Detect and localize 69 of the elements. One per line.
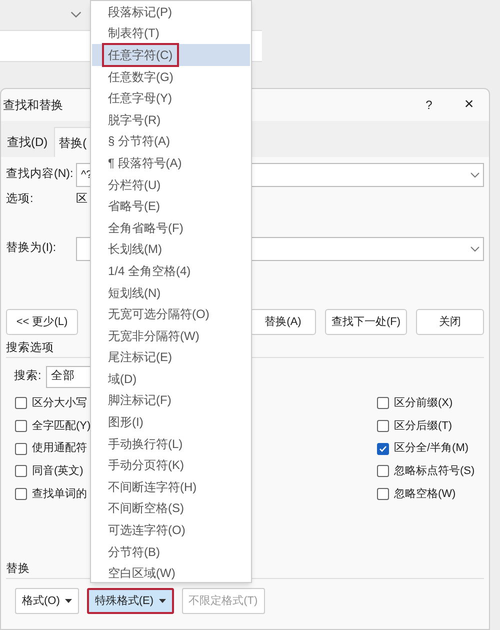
- chevron-down-icon: [470, 246, 480, 252]
- checkbox-label: 区分大小写: [32, 396, 87, 412]
- options-value: 区: [76, 192, 88, 208]
- checkbox[interactable]: [377, 488, 389, 500]
- menu-item[interactable]: 手动分页符(K): [92, 454, 250, 476]
- tab[interactable]: 查找(D): [3, 127, 52, 157]
- menu-item[interactable]: 手动换行符(L): [92, 432, 250, 454]
- menu-item[interactable]: 脱字号(R): [92, 108, 250, 131]
- checkbox[interactable]: [15, 397, 27, 410]
- checkbox-label: 忽略空格(W): [394, 486, 456, 502]
- menu-item[interactable]: 1/4 全角空格(4): [92, 260, 250, 282]
- chevron-down-icon: [470, 172, 480, 178]
- menu-item[interactable]: 脚注标记(F): [92, 390, 250, 412]
- section-title: 替换: [6, 562, 30, 578]
- menu-item[interactable]: 无宽非分隔符(W): [92, 324, 250, 346]
- field-label: 选项:: [6, 192, 34, 208]
- menu-item[interactable]: 任意数字(G): [92, 66, 250, 88]
- caret-icon: [158, 599, 166, 604]
- checkbox-label: 使用通配符: [32, 440, 87, 456]
- format-button[interactable]: 特殊格式(E): [86, 588, 174, 614]
- menu-item[interactable]: 尾注标记(E): [92, 346, 250, 368]
- help-button[interactable]: ?: [419, 96, 439, 114]
- menu-item[interactable]: 可选连字符(O): [92, 519, 250, 541]
- menu-item[interactable]: 不间断空格(S): [92, 498, 250, 520]
- chevron-down-icon: [70, 10, 82, 18]
- menu-item[interactable]: 全角省略号(F): [92, 216, 250, 239]
- checkbox-label: 区分全/半角(M): [394, 441, 469, 456]
- checkbox[interactable]: [377, 397, 389, 410]
- menu-item[interactable]: 图形(I): [92, 411, 250, 433]
- menu-item[interactable]: 空白区域(W): [92, 562, 250, 584]
- menu-item[interactable]: 不间断连字符(H): [92, 476, 250, 498]
- menu-item[interactable]: 长划线(M): [92, 238, 250, 260]
- close-button[interactable]: ×: [459, 93, 479, 117]
- checkbox-label: 区分后缀(T): [394, 418, 452, 434]
- menu-item[interactable]: § 分节符(A): [92, 130, 250, 152]
- checkbox[interactable]: [15, 442, 27, 455]
- tab[interactable]: 替换(: [54, 127, 92, 157]
- dialog-button[interactable]: 查找下一处(F): [325, 309, 407, 335]
- menu-item[interactable]: 制表符(T): [92, 22, 250, 44]
- checkbox[interactable]: [15, 488, 27, 500]
- check-icon: [379, 444, 387, 453]
- checkbox[interactable]: [15, 420, 27, 432]
- dialog-button[interactable]: 关闭: [416, 309, 484, 335]
- checkbox-label: 全字匹配(Y): [32, 418, 91, 434]
- checkbox[interactable]: [377, 420, 389, 432]
- menu-item[interactable]: 段落标记(P): [92, 1, 250, 23]
- field-label: 查找内容(N):: [6, 166, 74, 182]
- field-label: 搜索:: [14, 368, 42, 384]
- menu-item[interactable]: 省略号(E): [92, 195, 250, 217]
- menu-item[interactable]: 短划线(N): [92, 282, 250, 304]
- checkbox-label: 区分前缀(X): [394, 396, 453, 412]
- window-title: 查找和替换: [3, 97, 63, 114]
- menu-item[interactable]: 任意字符(C): [92, 44, 250, 66]
- checkbox[interactable]: [377, 465, 389, 478]
- menu-item[interactable]: 任意字母(Y): [92, 87, 250, 109]
- checkbox[interactable]: [377, 442, 389, 455]
- caret-icon: [64, 599, 72, 604]
- menu-item[interactable]: 域(D): [92, 368, 250, 390]
- dialog-button[interactable]: 替换(A): [250, 309, 316, 335]
- checkbox[interactable]: [15, 465, 27, 478]
- menu-item[interactable]: 无宽可选分隔符(O): [92, 303, 250, 325]
- menu-item[interactable]: 分节符(B): [92, 540, 250, 562]
- checkbox-label: 查找单词的: [32, 486, 87, 502]
- field-label: 替换为(I):: [6, 240, 58, 256]
- checkbox-label: 同音(英文): [32, 464, 84, 480]
- section-title: 搜索选项: [6, 340, 54, 356]
- less-button[interactable]: << 更少(L): [6, 309, 78, 335]
- format-button[interactable]: 格式(O): [15, 588, 79, 614]
- checkbox-label: 忽略标点符号(S): [394, 464, 475, 480]
